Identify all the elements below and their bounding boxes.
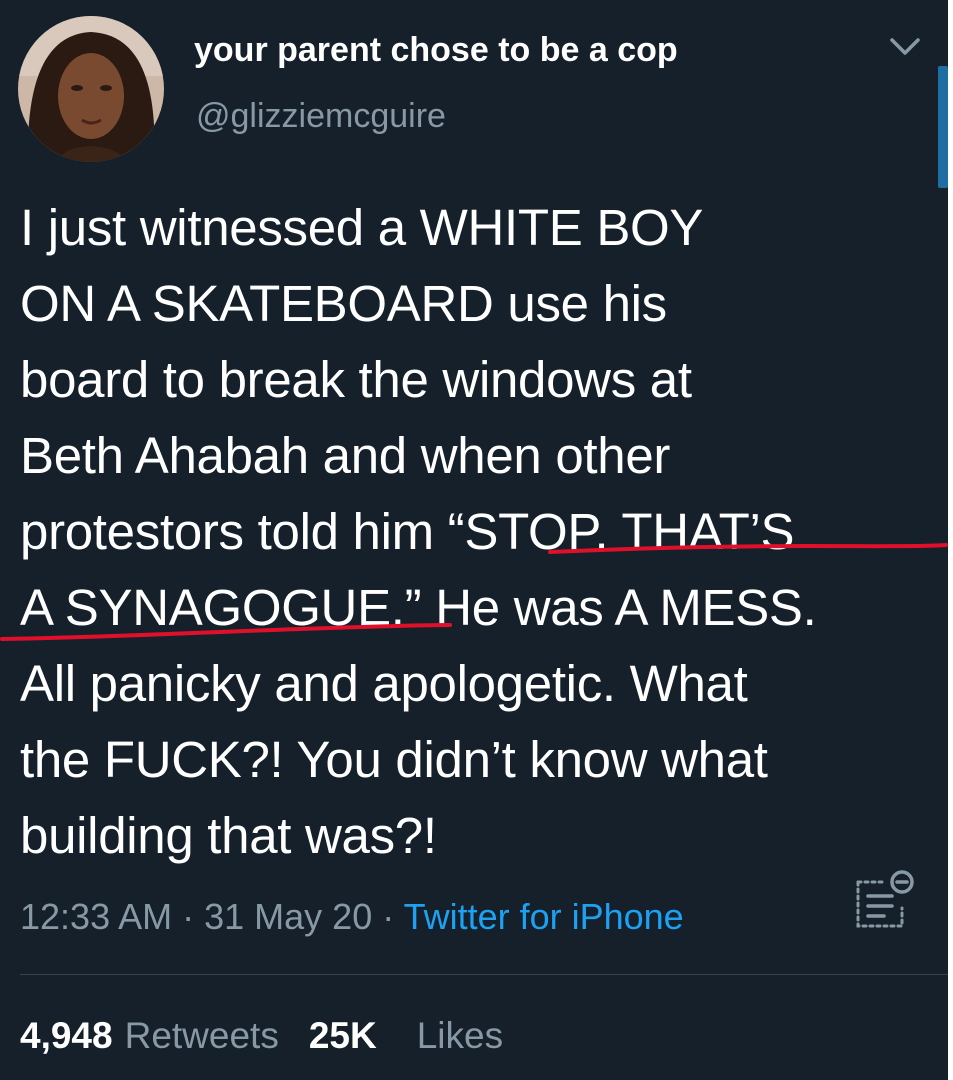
analytics-icon[interactable] — [852, 868, 920, 932]
red-underline-annotation — [548, 543, 948, 554]
avatar[interactable] — [18, 16, 164, 162]
chevron-down-icon[interactable] — [888, 36, 922, 58]
tweet-text-line: building that was?! — [20, 807, 437, 864]
tweet-text-line: All panicky and apologetic. What — [20, 655, 748, 712]
retweets-stat[interactable]: 4,948 Retweets — [20, 1015, 279, 1056]
tweet-time: 12:33 AM — [20, 896, 173, 937]
display-name[interactable]: your parent chose to be a cop — [194, 30, 678, 70]
user-handle[interactable]: @glizziemcguire — [196, 96, 446, 136]
avatar-image — [18, 16, 164, 162]
scrollbar[interactable] — [938, 66, 948, 188]
meta-separator: · — [172, 896, 205, 937]
retweets-label: Retweets — [124, 1015, 279, 1056]
likes-stat[interactable]: 25K Likes — [309, 1015, 503, 1056]
tweet-source-link[interactable]: Twitter for iPhone — [404, 896, 684, 937]
tweet-date: 31 May 20 — [204, 896, 373, 937]
tweet-detail: your parent chose to be a cop @glizziemc… — [0, 0, 948, 1080]
tweet-stats: 4,948 Retweets 25K Likes — [20, 1012, 503, 1060]
tweet-text-line: the FUCK?! You didn’t know what — [20, 731, 768, 788]
likes-count: 25K — [308, 1015, 377, 1056]
divider — [20, 974, 948, 975]
tweet-text-line: board to break the windows at — [20, 351, 692, 408]
red-underline-annotation — [0, 623, 452, 641]
tweet-text-line: Beth Ahabah and when other — [20, 427, 671, 484]
retweets-count: 4,948 — [20, 1015, 113, 1056]
tweet-text-line: ON A SKATEBOARD use his — [20, 275, 667, 332]
tweet-meta: 12:33 AM · 31 May 20 · Twitter for iPhon… — [20, 893, 684, 941]
tweet-text-line: I just witnessed a WHITE BOY — [20, 199, 704, 256]
likes-label: Likes — [416, 1015, 504, 1056]
meta-separator: · — [372, 896, 404, 937]
